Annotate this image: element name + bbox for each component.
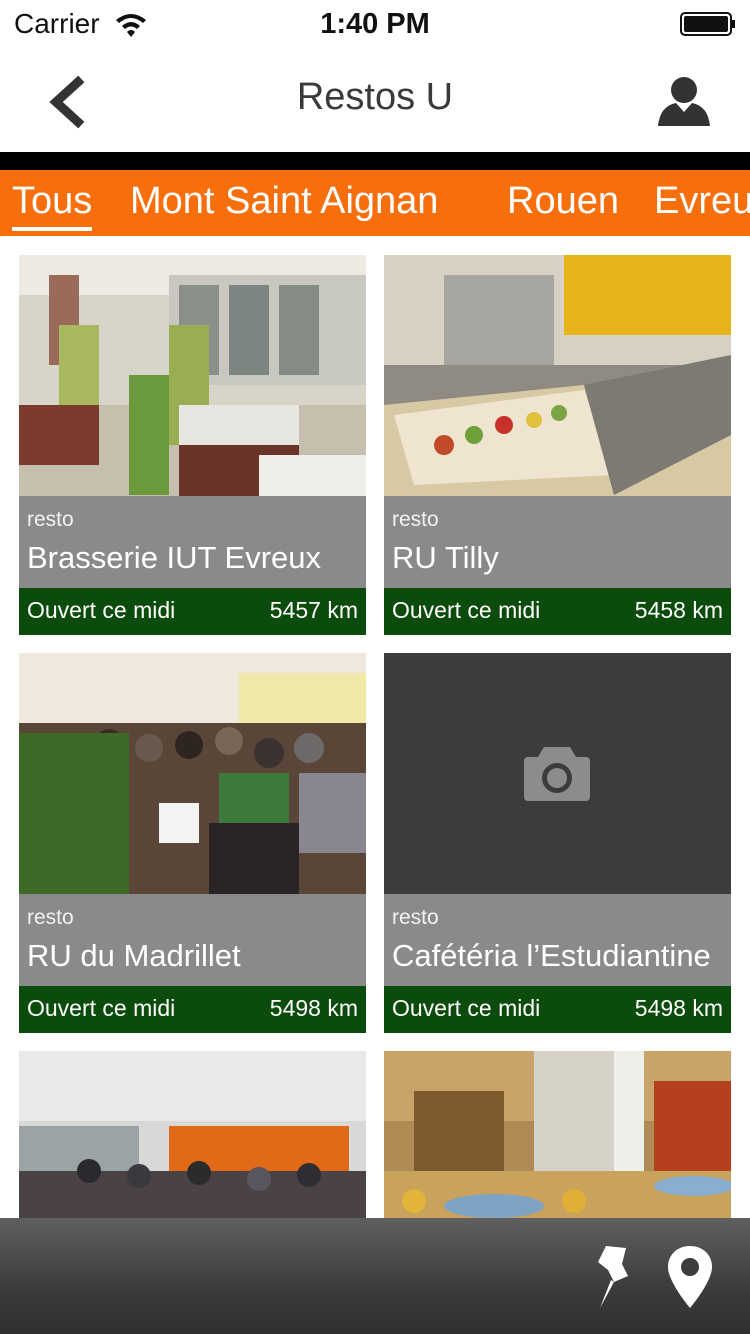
restaurant-card[interactable] [384,1051,731,1218]
tab-tous[interactable]: Tous [12,178,93,231]
open-status: Ouvert ce midi [27,995,176,1021]
restaurant-status-bar: Ouvert ce midi 5498 km [384,986,731,1033]
restaurant-photo [384,255,731,496]
bottom-toolbar [0,1218,750,1334]
restaurant-status-bar: Ouvert ce midi 5498 km [19,986,366,1033]
open-status: Ouvert ce midi [27,597,176,623]
person-icon [658,77,710,126]
restaurant-info: resto RU du Madrillet [19,894,366,986]
map-marker-icon [668,1246,712,1308]
open-status: Ouvert ce midi [392,995,541,1021]
distance-label: 5458 km [634,597,723,623]
status-time: 1:40 PM [320,8,430,40]
restaurant-name: Cafétéria l’Estudiantine [392,938,711,973]
restaurant-card[interactable]: resto Brasserie IUT Evreux Ouvert ce mid… [19,255,366,635]
restaurant-name: Brasserie IUT Evreux [27,540,322,575]
filter-tabs: Tous Mont Saint Aignan Rouen Evreux [0,170,750,236]
restaurant-card[interactable] [19,1051,366,1218]
location-button[interactable] [666,1244,714,1310]
restaurant-status-bar: Ouvert ce midi 5458 km [384,588,731,635]
restaurant-type: resto [392,906,439,929]
restaurant-photo [19,653,366,894]
battery-icon [680,12,735,36]
restaurant-card[interactable]: resto Cafétéria l’Estudiantine Ouvert ce… [384,653,731,1033]
distance-label: 5457 km [269,597,358,623]
profile-button[interactable] [654,70,714,130]
restaurant-type: resto [392,508,439,531]
restaurant-type: resto [27,906,74,929]
photo-placeholder [384,653,731,894]
restaurant-type: resto [27,508,74,531]
distance-label: 5498 km [634,995,723,1021]
restaurant-status-bar: Ouvert ce midi 5457 km [19,588,366,635]
open-status: Ouvert ce midi [392,597,541,623]
restaurant-photo [19,1051,366,1218]
restaurant-name: RU du Madrillet [27,938,241,973]
pushpin-icon [598,1246,628,1308]
restaurant-photo [19,255,366,496]
restaurant-photo [384,1051,731,1218]
restaurant-name: RU Tilly [392,540,499,575]
status-bar: Carrier 1:40 PM [0,0,750,50]
distance-label: 5498 km [269,995,358,1021]
restaurant-card[interactable]: resto RU du Madrillet Ouvert ce midi 549… [19,653,366,1033]
restaurant-info: resto Cafétéria l’Estudiantine [384,894,731,986]
restaurant-info: resto RU Tilly [384,496,731,588]
navigation-bar: Restos U [0,50,750,152]
restaurant-info: resto Brasserie IUT Evreux [19,496,366,588]
tab-rouen[interactable]: Rouen [507,178,619,224]
pin-button[interactable] [592,1242,636,1312]
restaurant-card[interactable]: resto RU Tilly Ouvert ce midi 5458 km [384,255,731,635]
page-title: Restos U [296,76,454,118]
tab-mont-saint-aignan[interactable]: Mont Saint Aignan [130,178,438,224]
header-divider [0,152,750,170]
tab-evreux[interactable]: Evreux [654,178,750,224]
